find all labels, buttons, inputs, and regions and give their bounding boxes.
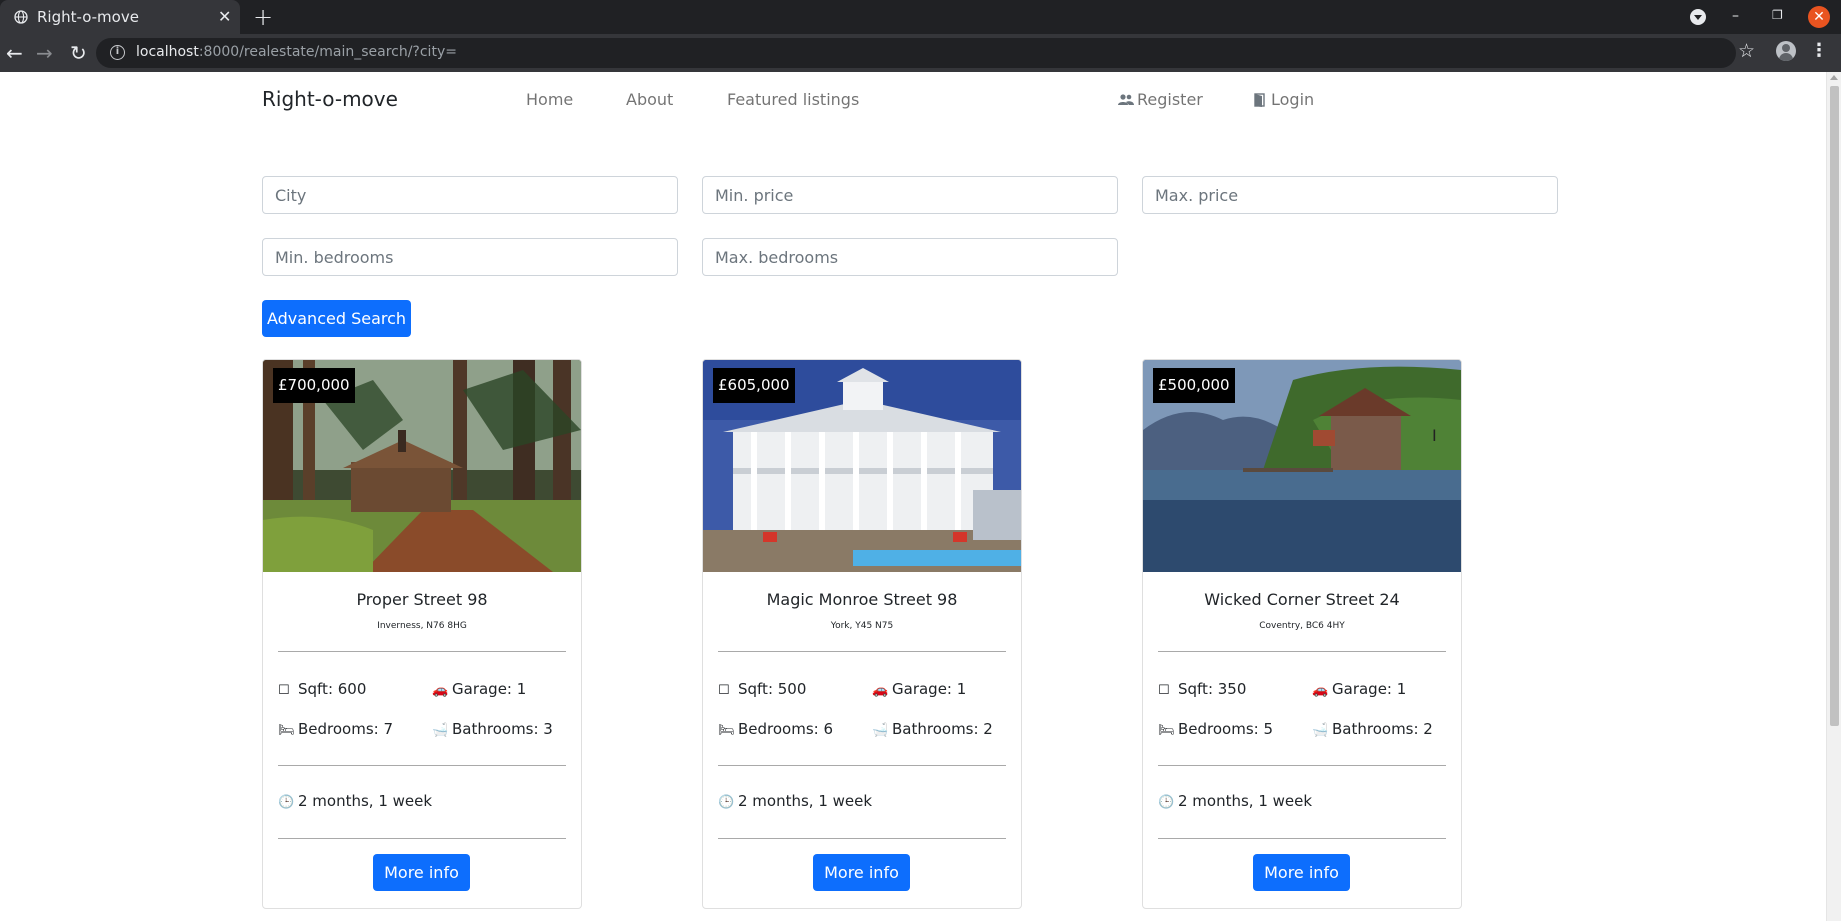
price-badge: £700,000 <box>273 368 355 403</box>
nav-register-label: Register <box>1137 90 1203 109</box>
clock-icon: 🕒 <box>278 795 295 810</box>
bed-icon: 🛏 <box>718 723 735 738</box>
new-tab-icon[interactable]: + <box>253 3 273 31</box>
divider <box>718 838 1006 839</box>
scroll-up-arrow-icon[interactable] <box>1830 75 1838 80</box>
nav-register[interactable]: Register <box>1118 90 1203 109</box>
divider <box>278 838 566 839</box>
sqft-feature: ☐ Sqft: 500 <box>718 680 807 698</box>
listed-time: 🕒 2 months, 1 week <box>718 792 873 810</box>
listing-title: Proper Street 98 <box>356 590 488 609</box>
tab-search-icon[interactable] <box>1690 9 1706 25</box>
nav-home[interactable]: Home <box>526 90 573 109</box>
bath-icon: 🛁 <box>872 723 889 738</box>
bathrooms-feature: 🛁 Bathrooms: 2 <box>872 720 993 738</box>
divider <box>718 765 1006 766</box>
listing-photo[interactable]: £500,000 <box>1143 360 1461 572</box>
nav-featured-listings[interactable]: Featured listings <box>727 90 859 109</box>
back-arrow-icon[interactable]: ← <box>6 41 23 65</box>
nav-about[interactable]: About <box>626 90 673 109</box>
nav-login-label: Login <box>1271 90 1315 109</box>
bed-icon: 🛏 <box>1158 723 1175 738</box>
listing-photo[interactable]: £605,000 <box>703 360 1021 572</box>
text-cursor-icon: I <box>1432 426 1437 445</box>
site-info-icon[interactable]: i <box>110 45 125 60</box>
listed-time: 🕒 2 months, 1 week <box>278 792 433 810</box>
close-window-icon[interactable]: ✕ <box>1808 6 1830 28</box>
page-scrollbar[interactable] <box>1826 72 1841 921</box>
divider <box>278 765 566 766</box>
listing-location: Coventry, BC6 4HY <box>1259 621 1345 631</box>
reload-icon[interactable]: ↻ <box>70 41 87 65</box>
browser-tab[interactable]: Right-o-move ✕ <box>0 0 240 34</box>
more-info-button[interactable]: More info <box>813 854 910 891</box>
sqft-feature: ☐ Sqft: 350 <box>1158 680 1247 698</box>
price-badge: £500,000 <box>1153 368 1235 403</box>
divider <box>1158 838 1446 839</box>
users-icon <box>1118 94 1134 105</box>
clock-icon: 🕒 <box>1158 795 1175 810</box>
browser-toolbar: ← → ↻ i localhost:8000/realestate/main_s… <box>0 34 1841 72</box>
tab-close-icon[interactable]: ✕ <box>218 7 231 26</box>
city-input[interactable] <box>262 176 678 214</box>
listing-card: £500,000 Wicked Corner Street 24 Coventr… <box>1142 359 1462 909</box>
listing-title: Magic Monroe Street 98 <box>766 590 958 609</box>
more-info-button[interactable]: More info <box>373 854 470 891</box>
nav-login[interactable]: Login <box>1254 90 1314 109</box>
price-badge: £605,000 <box>713 368 795 403</box>
divider <box>1158 651 1446 652</box>
bedrooms-feature: 🛏 Bedrooms: 7 <box>278 720 394 738</box>
listing-location: York, Y45 N75 <box>830 621 894 631</box>
divider <box>278 651 566 652</box>
divider <box>1158 765 1446 766</box>
tab-title: Right-o-move <box>37 8 139 26</box>
address-bar[interactable]: i localhost:8000/realestate/main_search/… <box>96 38 1736 68</box>
listing-card: £700,000 Proper Street 98 Inverness, N76… <box>262 359 582 909</box>
kebab-menu-icon[interactable]: ⋮ <box>1810 40 1828 61</box>
clock-icon: 🕒 <box>718 795 735 810</box>
bathrooms-feature: 🛁 Bathrooms: 3 <box>432 720 553 738</box>
listing-location: Inverness, N76 8HG <box>377 621 467 631</box>
square-outline-icon: ☐ <box>278 683 290 698</box>
garage-feature: 🚗 Garage: 1 <box>432 680 527 698</box>
min-price-input[interactable] <box>702 176 1118 214</box>
listing-title: Wicked Corner Street 24 <box>1204 590 1400 609</box>
min-bedrooms-input[interactable] <box>262 238 678 276</box>
url-text: localhost:8000/realestate/main_search/?c… <box>136 44 457 60</box>
more-info-button[interactable]: More info <box>1253 854 1350 891</box>
bath-icon: 🛁 <box>1312 723 1329 738</box>
listed-time: 🕒 2 months, 1 week <box>1158 792 1313 810</box>
garage-feature: 🚗 Garage: 1 <box>872 680 967 698</box>
car-icon: 🚗 <box>432 683 449 698</box>
browser-tab-strip: Right-o-move ✕ + – ❐ ✕ <box>0 0 1841 34</box>
page-viewport: Right-o-move Home About Featured listing… <box>0 72 1841 921</box>
car-icon: 🚗 <box>872 683 889 698</box>
forward-arrow-icon[interactable]: → <box>36 41 53 65</box>
bed-icon: 🛏 <box>278 723 295 738</box>
bedrooms-feature: 🛏 Bedrooms: 5 <box>1158 720 1274 738</box>
bookmark-star-icon[interactable]: ☆ <box>1738 40 1755 62</box>
door-icon <box>1254 93 1265 107</box>
advanced-search-button[interactable]: Advanced Search <box>262 300 411 337</box>
square-outline-icon: ☐ <box>718 683 730 698</box>
site-brand[interactable]: Right-o-move <box>262 87 398 111</box>
square-outline-icon: ☐ <box>1158 683 1170 698</box>
car-icon: 🚗 <box>1312 683 1329 698</box>
bath-icon: 🛁 <box>432 723 449 738</box>
garage-feature: 🚗 Garage: 1 <box>1312 680 1407 698</box>
divider <box>718 651 1006 652</box>
listing-photo[interactable]: £700,000 <box>263 360 581 572</box>
bathrooms-feature: 🛁 Bathrooms: 2 <box>1312 720 1433 738</box>
max-bedrooms-input[interactable] <box>702 238 1118 276</box>
account-avatar-icon[interactable] <box>1776 41 1796 61</box>
bedrooms-feature: 🛏 Bedrooms: 6 <box>718 720 834 738</box>
listing-card: £605,000 Magic Monroe Street 98 York, Y4… <box>702 359 1022 909</box>
scroll-thumb[interactable] <box>1830 86 1839 726</box>
globe-icon <box>14 10 28 24</box>
sqft-feature: ☐ Sqft: 600 <box>278 680 367 698</box>
max-price-input[interactable] <box>1142 176 1558 214</box>
